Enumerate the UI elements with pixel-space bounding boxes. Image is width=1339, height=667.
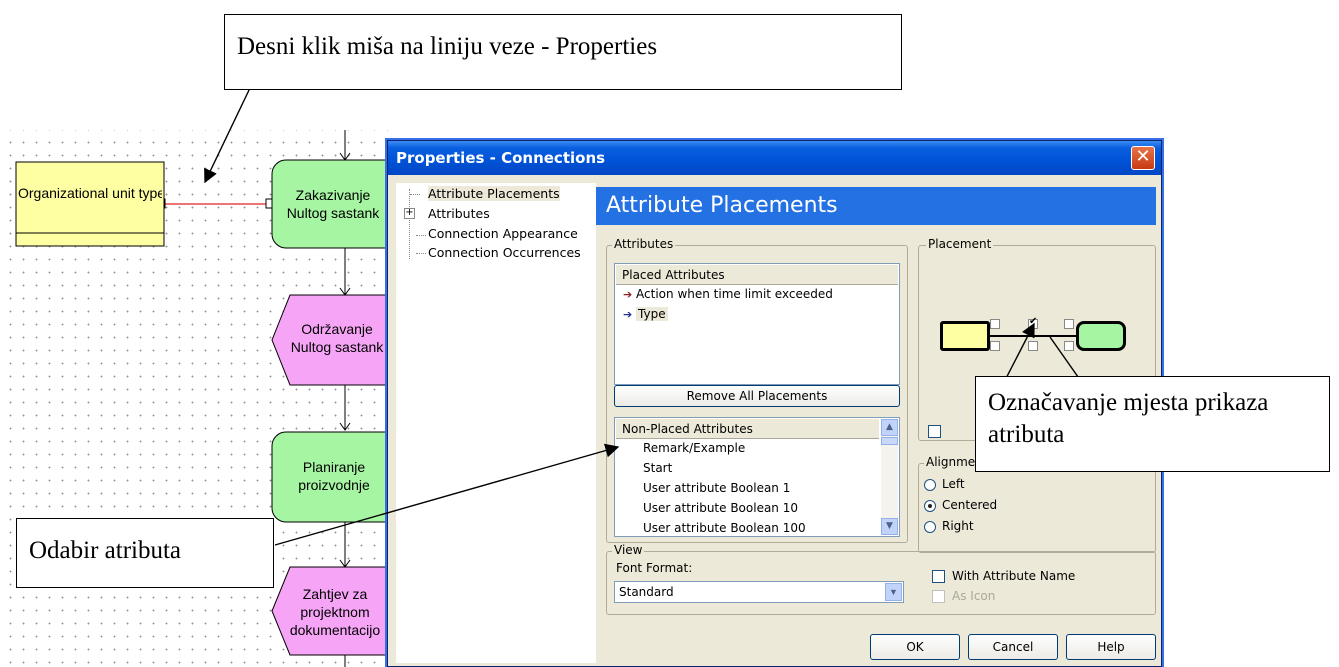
callout-right-text: Označavanje mjesta prikaza atributa xyxy=(988,389,1269,448)
callout-top-text: Desni klik miša na liniju veze - Propert… xyxy=(237,33,658,60)
callout-bottom-left-text: Odabir atributa xyxy=(29,537,182,564)
callout-right: Označavanje mjesta prikaza atributa xyxy=(975,376,1330,472)
callout-bottom-left: Odabir atributa xyxy=(16,518,274,588)
callout-top: Desni klik miša na liniju veze - Propert… xyxy=(224,14,902,90)
